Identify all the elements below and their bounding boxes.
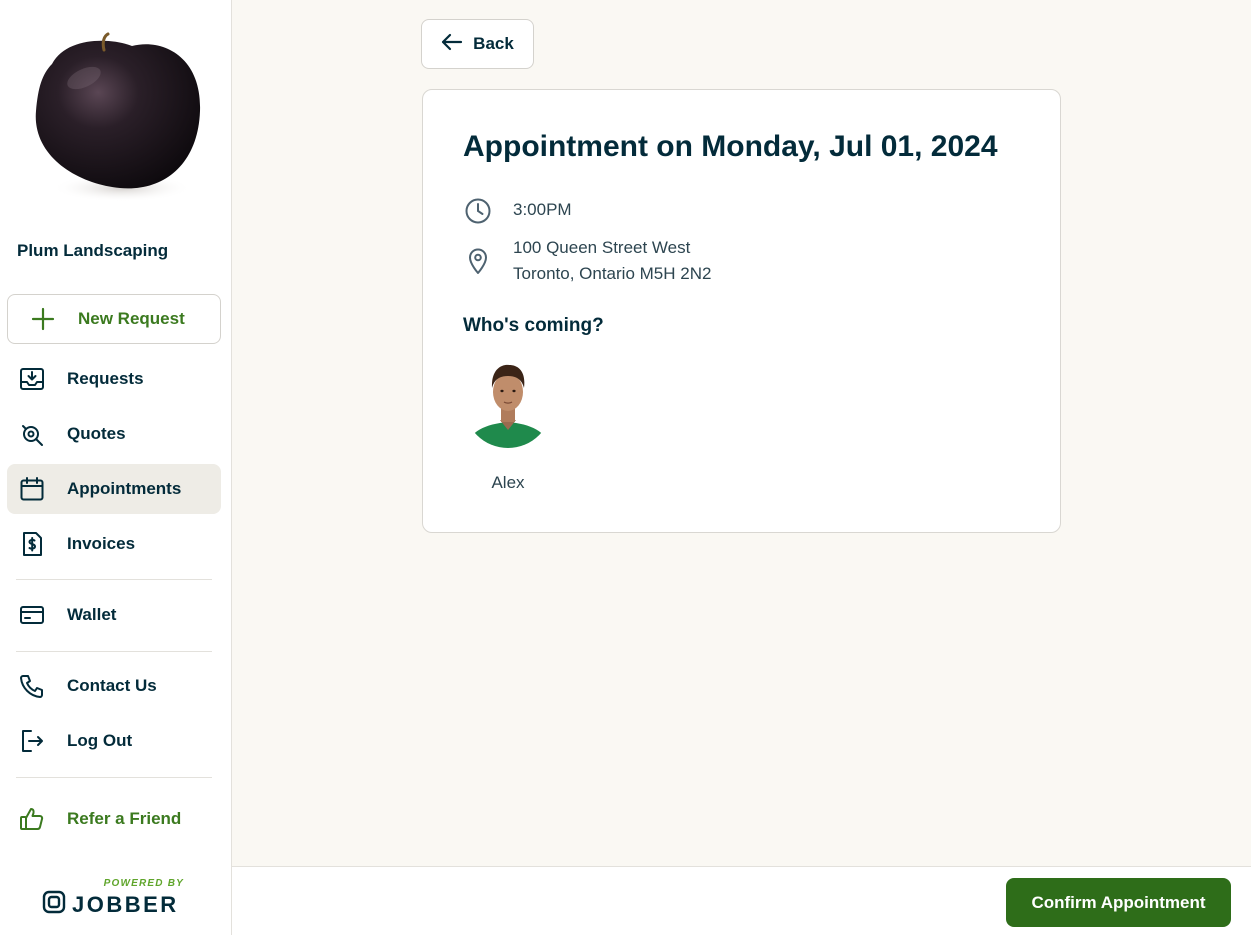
sidebar-item-quotes[interactable]: Quotes <box>7 409 221 459</box>
appointment-time: 3:00PM <box>513 200 572 219</box>
sidebar-item-contact-us[interactable]: Contact Us <box>7 661 221 711</box>
credit-card-icon <box>7 601 57 629</box>
powered-by-jobber: POWERED BY JOBBER <box>42 876 192 921</box>
appointment-card: Appointment on Monday, Jul 01, 2024 3:00… <box>422 89 1061 533</box>
jobber-logo-icon <box>42 890 66 919</box>
sidebar-item-log-out[interactable]: Log Out <box>7 716 221 766</box>
back-button[interactable]: Back <box>421 19 534 69</box>
sidebar: Plum Landscaping New Request Requests Qu… <box>0 0 232 935</box>
attendee: Alex <box>467 358 549 493</box>
powered-by-label: POWERED BY <box>103 878 184 889</box>
inbox-download-icon <box>7 365 57 393</box>
avatar <box>467 360 549 454</box>
sidebar-divider <box>16 651 212 652</box>
sidebar-item-requests[interactable]: Requests <box>7 354 221 404</box>
sidebar-divider <box>16 579 212 580</box>
phone-icon <box>7 672 57 700</box>
address-line-1: 100 Queen Street West <box>513 238 691 257</box>
sidebar-item-refer-a-friend[interactable]: Refer a Friend <box>7 794 221 844</box>
arrow-left-icon <box>441 33 463 56</box>
sidebar-item-invoices[interactable]: Invoices <box>7 519 221 569</box>
appointment-time-row: 3:00PM <box>463 197 572 225</box>
calendar-icon <box>7 475 57 503</box>
address-line-2: Toronto, Ontario M5H 2N2 <box>513 264 712 283</box>
location-pin-icon <box>463 235 493 275</box>
sidebar-item-appointments[interactable]: Appointments <box>7 464 221 514</box>
new-request-label: New Request <box>78 309 185 328</box>
sidebar-item-label: Appointments <box>67 479 182 498</box>
sidebar-divider <box>16 777 212 778</box>
back-label: Back <box>473 34 514 53</box>
new-request-button[interactable]: New Request <box>7 294 221 344</box>
sidebar-item-label: Contact Us <box>67 676 157 695</box>
clock-icon <box>463 197 493 225</box>
attendee-name: Alex <box>491 473 525 492</box>
sidebar-item-label: Refer a Friend <box>67 809 182 828</box>
search-quote-icon <box>7 420 57 448</box>
sidebar-item-label: Wallet <box>67 605 117 624</box>
sidebar-item-label: Requests <box>67 369 144 388</box>
plus-icon <box>8 307 78 331</box>
invoice-dollar-icon <box>7 530 57 558</box>
sidebar-item-label: Log Out <box>67 731 133 750</box>
appointment-address-row: 100 Queen Street West Toronto, Ontario M… <box>463 235 711 287</box>
whos-coming-heading: Who's coming? <box>463 315 604 336</box>
jobber-wordmark: JOBBER <box>72 891 179 917</box>
sidebar-item-wallet[interactable]: Wallet <box>7 590 221 640</box>
sidebar-item-label: Invoices <box>67 534 136 553</box>
confirm-appointment-button[interactable]: Confirm Appointment <box>1006 878 1231 927</box>
thumbs-up-icon <box>7 805 57 833</box>
logout-icon <box>7 727 57 755</box>
sidebar-item-label: Quotes <box>67 424 126 443</box>
footer-bar: Confirm Appointment <box>232 866 1251 935</box>
company-name: Plum Landscaping <box>17 241 169 260</box>
page-title: Appointment on Monday, Jul 01, 2024 <box>463 130 998 163</box>
company-logo <box>22 16 212 216</box>
appointment-address: 100 Queen Street West Toronto, Ontario M… <box>513 235 711 287</box>
